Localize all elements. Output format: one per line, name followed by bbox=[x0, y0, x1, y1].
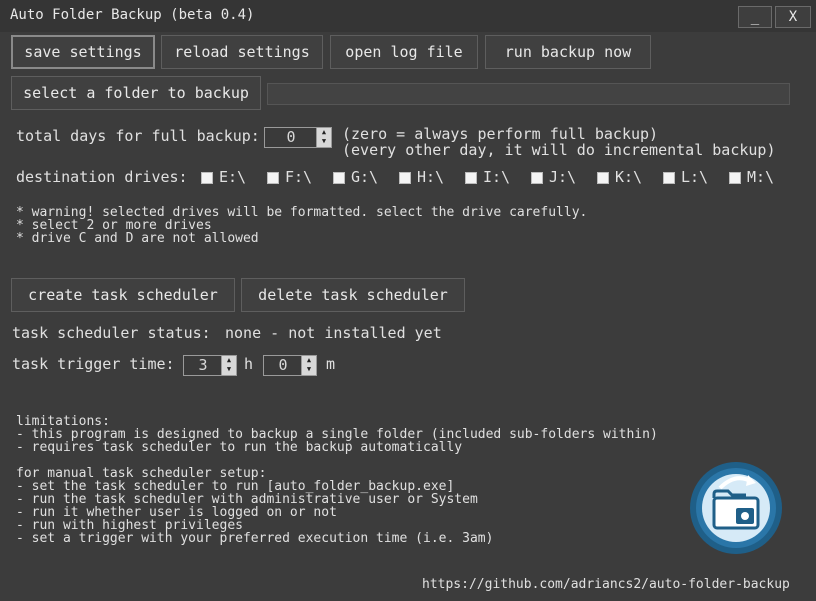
folder-path-input[interactable] bbox=[267, 83, 790, 105]
trigger-minute-spinner[interactable]: 0 ▲ ▼ bbox=[263, 355, 317, 376]
drive-g-label: G:\ bbox=[351, 168, 379, 186]
destination-drives-label: destination drives: bbox=[16, 168, 188, 186]
spinner-arrows[interactable]: ▲ ▼ bbox=[221, 356, 236, 375]
reload-settings-button[interactable]: reload settings bbox=[161, 35, 323, 69]
spinner-down-arrow-icon[interactable]: ▼ bbox=[317, 137, 331, 146]
drive-i-checkbox[interactable] bbox=[465, 172, 477, 184]
spinner-up-arrow-icon[interactable]: ▲ bbox=[302, 356, 316, 365]
save-settings-button[interactable]: save settings bbox=[11, 35, 155, 69]
hour-unit-label: h bbox=[244, 355, 254, 373]
window-title: Auto Folder Backup (beta 0.4) bbox=[10, 7, 255, 23]
create-task-scheduler-button[interactable]: create task scheduler bbox=[11, 278, 235, 312]
info-line: - set a trigger with your preferred exec… bbox=[16, 531, 494, 546]
trigger-hour-spinner[interactable]: 3 ▲ ▼ bbox=[183, 355, 237, 376]
spinner-up-arrow-icon[interactable]: ▲ bbox=[317, 128, 331, 137]
drive-h-label: H:\ bbox=[417, 168, 445, 186]
warning-line-3: * drive C and D are not allowed bbox=[16, 231, 259, 246]
drive-l-checkbox[interactable] bbox=[663, 172, 675, 184]
task-scheduler-status-value: none - not installed yet bbox=[225, 324, 442, 342]
full-backup-days-value: 0 bbox=[286, 128, 296, 146]
run-backup-now-button[interactable]: run backup now bbox=[485, 35, 651, 69]
close-button[interactable]: X bbox=[775, 6, 811, 28]
open-log-file-button[interactable]: open log file bbox=[330, 35, 478, 69]
drive-e-label: E:\ bbox=[219, 168, 247, 186]
drive-g-checkbox[interactable] bbox=[333, 172, 345, 184]
drive-f-checkbox[interactable] bbox=[267, 172, 279, 184]
spinner-down-arrow-icon[interactable]: ▼ bbox=[222, 365, 236, 374]
drive-l-label: L:\ bbox=[681, 168, 709, 186]
delete-task-scheduler-button[interactable]: delete task scheduler bbox=[241, 278, 465, 312]
trigger-hour-value: 3 bbox=[198, 356, 208, 374]
minute-unit-label: m bbox=[326, 355, 336, 373]
drive-e-checkbox[interactable] bbox=[201, 172, 213, 184]
trigger-minute-value: 0 bbox=[278, 356, 288, 374]
drive-k-label: K:\ bbox=[615, 168, 643, 186]
drive-m-checkbox[interactable] bbox=[729, 172, 741, 184]
folder-sync-logo-icon bbox=[686, 458, 786, 558]
drive-h-checkbox[interactable] bbox=[399, 172, 411, 184]
spinner-arrows[interactable]: ▲ ▼ bbox=[316, 128, 331, 147]
drive-j-label: J:\ bbox=[549, 168, 577, 186]
drive-f-label: F:\ bbox=[285, 168, 313, 186]
minimize-button[interactable]: _ bbox=[738, 6, 772, 28]
select-folder-button[interactable]: select a folder to backup bbox=[11, 76, 261, 110]
task-trigger-time-label: task trigger time: bbox=[12, 355, 175, 373]
spinner-arrows[interactable]: ▲ ▼ bbox=[301, 356, 316, 375]
github-url-link[interactable]: https://github.com/adriancs2/auto-folder… bbox=[422, 578, 790, 591]
info-line: - requires task scheduler to run the bac… bbox=[16, 440, 463, 455]
spinner-down-arrow-icon[interactable]: ▼ bbox=[302, 365, 316, 374]
drive-m-label: M:\ bbox=[747, 168, 775, 186]
task-scheduler-status-label: task scheduler status: bbox=[12, 324, 211, 342]
full-backup-days-spinner[interactable]: 0 ▲ ▼ bbox=[264, 127, 332, 148]
drive-j-checkbox[interactable] bbox=[531, 172, 543, 184]
drive-k-checkbox[interactable] bbox=[597, 172, 609, 184]
full-backup-note-line2: (every other day, it will do incremental… bbox=[342, 141, 776, 159]
drive-i-label: I:\ bbox=[483, 168, 511, 186]
full-backup-days-label: total days for full backup: bbox=[16, 127, 260, 145]
spinner-up-arrow-icon[interactable]: ▲ bbox=[222, 356, 236, 365]
